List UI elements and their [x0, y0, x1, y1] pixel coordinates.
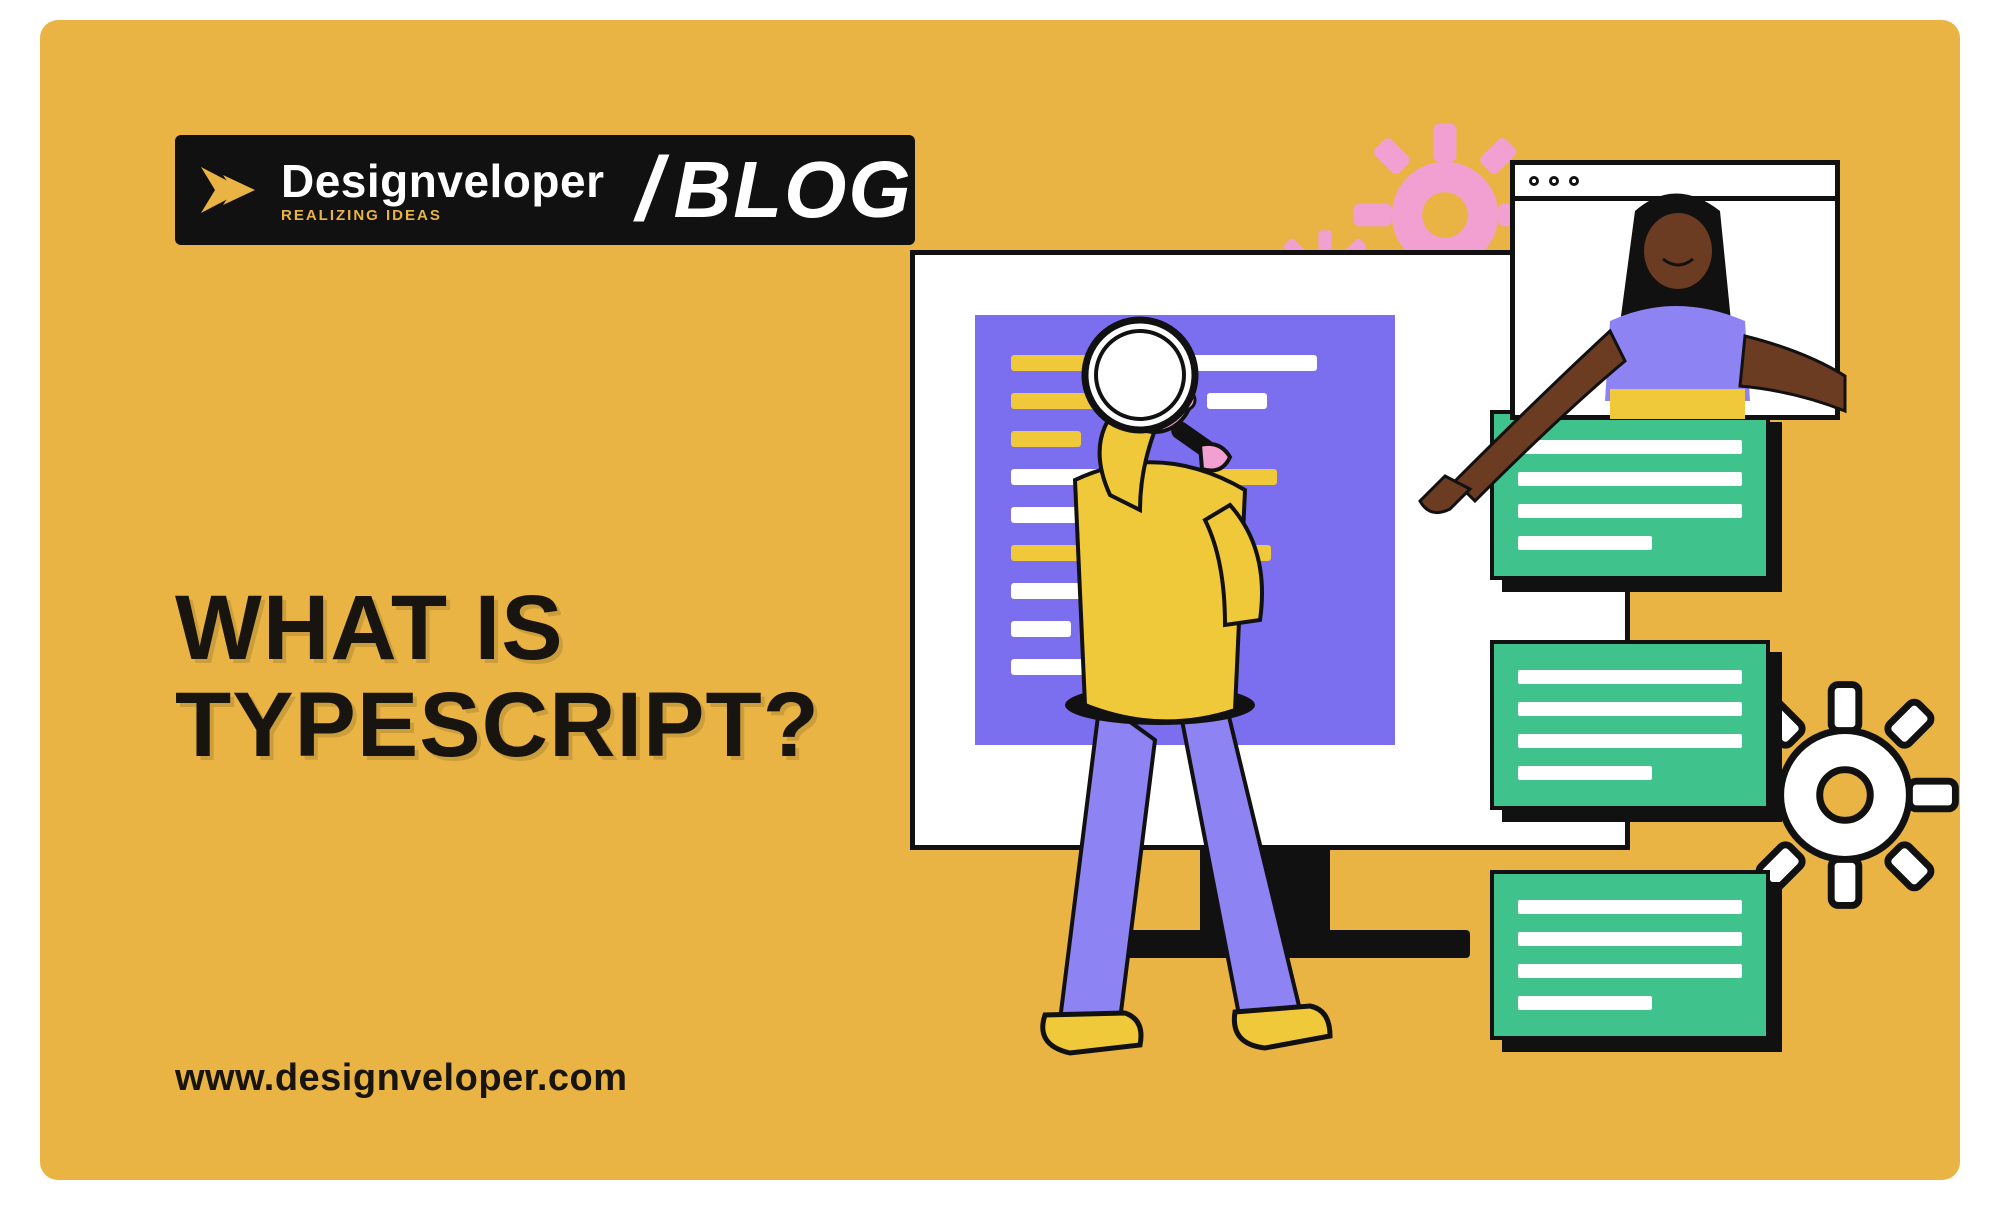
- site-url: www.designveloper.com: [175, 1057, 628, 1100]
- brand-tagline: REALIZING IDEAS: [281, 208, 605, 223]
- divider-slash: /: [637, 139, 662, 242]
- window-control-icon: [1569, 176, 1579, 186]
- post-title: WHAT IS TYPESCRIPT?: [175, 580, 820, 773]
- window-body: [1515, 201, 1835, 415]
- text-card: [1490, 640, 1770, 810]
- brand-name: Designveloper: [281, 158, 605, 204]
- logo-text: Designveloper REALIZING IDEAS: [281, 158, 605, 223]
- window-control-icon: [1549, 176, 1559, 186]
- logo-arrow-icon: [193, 155, 263, 225]
- person-figure: [990, 320, 1350, 1080]
- brand-badge: Designveloper REALIZING IDEAS / BLOG: [175, 135, 915, 245]
- post-title-text: WHAT IS TYPESCRIPT?: [175, 577, 820, 776]
- blog-hero-card: Designveloper REALIZING IDEAS / BLOG WHA…: [40, 20, 1960, 1180]
- browser-window: [1510, 160, 1840, 420]
- window-control-icon: [1529, 176, 1539, 186]
- hero-illustration: [870, 120, 1890, 1120]
- text-card: [1490, 870, 1770, 1040]
